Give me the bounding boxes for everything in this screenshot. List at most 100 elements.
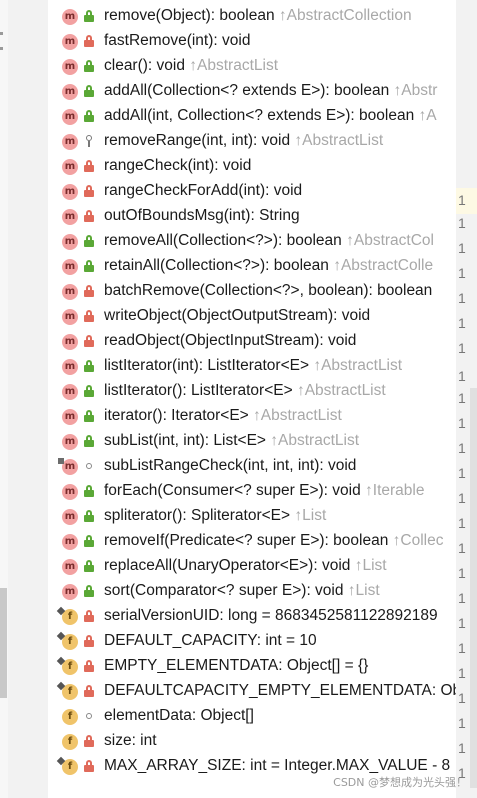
method-icon: m (62, 484, 78, 500)
static-marker-icon (58, 458, 64, 464)
method-icon: m (62, 409, 78, 425)
signature-text: forEach(Consumer<? super E>): void (104, 482, 361, 499)
member-signature: subList(int, int): List<E> ↑AbstractList (104, 432, 359, 450)
signature-text: remove(Object): boolean (104, 7, 275, 24)
method-row[interactable]: m readObject(ObjectInputStream): void (48, 329, 456, 354)
gutter-line-number: 1 (458, 340, 466, 356)
method-row[interactable]: m retainAll(Collection<?>): boolean ↑Abst… (48, 254, 456, 279)
field-row[interactable]: f DEFAULT_CAPACITY: int = 10 (48, 629, 456, 654)
inherited-from: ↑AbstractCol (341, 232, 434, 249)
left-marker (0, 32, 3, 35)
inherited-from: ↑List (290, 507, 327, 524)
inherited-from: ↑A (414, 107, 437, 124)
inherited-from: ↑AbstractList (290, 132, 384, 149)
member-signature: fastRemove(int): void (104, 32, 250, 50)
gutter-line-number: 1 (458, 265, 466, 281)
signature-text: clear(): void (104, 57, 185, 74)
method-row[interactable]: m removeIf(Predicate<? super E>): boolean… (48, 529, 456, 554)
protected-key-icon (84, 135, 94, 147)
signature-text: EMPTY_ELEMENTDATA: Object[] = {} (104, 657, 369, 674)
signature-text: spliterator(): Spliterator<E> (104, 507, 291, 524)
field-row[interactable]: f elementData: Object[] (48, 704, 456, 729)
signature-text: size: int (104, 732, 157, 749)
gutter-line-number: 1 (458, 665, 466, 681)
signature-text: outOfBoundsMsg(int): String (104, 207, 300, 224)
member-signature: readObject(ObjectInputStream): void (104, 332, 356, 350)
public-lock-open-icon (84, 510, 94, 522)
gutter-line-number: 1 (458, 615, 466, 631)
method-row[interactable]: m spliterator(): Spliterator<E> ↑List (48, 504, 456, 529)
gutter-line-number: 1 (458, 440, 466, 456)
method-row[interactable]: m rangeCheck(int): void (48, 154, 456, 179)
method-row[interactable]: m writeObject(ObjectOutputStream): void (48, 304, 456, 329)
signature-text: serialVersionUID: long = 868345258112289… (104, 607, 438, 624)
private-lock-icon (84, 210, 94, 222)
method-row[interactable]: m forEach(Consumer<? super E>): void ↑Ite… (48, 479, 456, 504)
field-row[interactable]: f size: int (48, 729, 456, 754)
method-row[interactable]: m removeRange(int, int): void ↑AbstractLi… (48, 129, 456, 154)
method-row[interactable]: m outOfBoundsMsg(int): String (48, 204, 456, 229)
method-row[interactable]: m removeAll(Collection<?>): boolean ↑Abst… (48, 229, 456, 254)
scrollbar[interactable] (470, 388, 477, 788)
method-icon: m (62, 309, 78, 325)
method-row[interactable]: m clear(): void ↑AbstractList (48, 54, 456, 79)
gutter-line-number: 1 (458, 690, 466, 706)
method-row[interactable]: m subList(int, int): List<E> ↑AbstractLis… (48, 429, 456, 454)
signature-text: addAll(int, Collection<? extends E>): bo… (104, 107, 415, 124)
inherited-from: ↑AbstractList (292, 382, 386, 399)
signature-text: batchRemove(Collection<?>, boolean): boo… (104, 282, 433, 299)
member-signature: rangeCheckForAdd(int): void (104, 182, 302, 200)
method-row[interactable]: m fastRemove(int): void (48, 29, 456, 54)
public-lock-open-icon (84, 535, 94, 547)
method-icon: m (62, 9, 78, 25)
method-row[interactable]: m rangeCheckForAdd(int): void (48, 179, 456, 204)
gutter-line-number: 1 (458, 240, 466, 256)
method-row[interactable]: m addAll(int, Collection<? extends E>): b… (48, 104, 456, 129)
gutter-line-number: 1 (458, 192, 466, 208)
field-row[interactable]: f EMPTY_ELEMENTDATA: Object[] = {} (48, 654, 456, 679)
package-private-icon (84, 710, 94, 722)
inherited-from: ↑Iterable (360, 482, 425, 499)
method-row[interactable]: m replaceAll(UnaryOperator<E>): void ↑Lis… (48, 554, 456, 579)
method-row[interactable]: m batchRemove(Collection<?>, boolean): bo… (48, 279, 456, 304)
gutter-line-number: 1 (458, 465, 466, 481)
method-icon: m (62, 559, 78, 575)
signature-text: elementData: Object[] (104, 707, 254, 724)
method-row[interactable]: m sort(Comparator<? super E>): void ↑List (48, 579, 456, 604)
member-signature: serialVersionUID: long = 868345258112289… (104, 607, 438, 625)
gutter-line-number: 1 (458, 740, 466, 756)
method-row[interactable]: m remove(Object): boolean ↑AbstractCollec… (48, 4, 456, 29)
public-lock-open-icon (84, 235, 94, 247)
public-lock-open-icon (84, 60, 94, 72)
method-row[interactable]: m subListRangeCheck(int, int, int): void (48, 454, 456, 479)
member-signature: sort(Comparator<? super E>): void ↑List (104, 582, 380, 600)
gutter-line-number: 1 (458, 368, 466, 384)
method-row[interactable]: m addAll(Collection<? extends E>): boolea… (48, 79, 456, 104)
private-lock-icon (84, 35, 94, 47)
signature-text: addAll(Collection<? extends E>): boolean (104, 82, 390, 99)
public-lock-open-icon (84, 110, 94, 122)
public-lock-open-icon (84, 560, 94, 572)
method-icon: m (62, 134, 78, 150)
signature-text: writeObject(ObjectOutputStream): void (104, 307, 371, 324)
gutter-line-number: 1 (458, 640, 466, 656)
inherited-from: ↑AbstractList (309, 357, 403, 374)
gutter-line-number: 1 (458, 290, 466, 306)
public-lock-open-icon (84, 410, 94, 422)
field-row[interactable]: f serialVersionUID: long = 86834525811228… (48, 604, 456, 629)
public-lock-open-icon (84, 360, 94, 372)
method-row[interactable]: m iterator(): Iterator<E> ↑AbstractList (48, 404, 456, 429)
method-row[interactable]: m listIterator(int): ListIterator<E> ↑Abs… (48, 354, 456, 379)
public-lock-open-icon (84, 435, 94, 447)
gutter-line-number: 1 (458, 415, 466, 431)
field-row[interactable]: f DEFAULTCAPACITY_EMPTY_ELEMENTDATA: Obje (48, 679, 456, 704)
member-signature: MAX_ARRAY_SIZE: int = Integer.MAX_VALUE … (104, 757, 450, 775)
signature-text: rangeCheckForAdd(int): void (104, 182, 303, 199)
method-icon: m (62, 459, 78, 475)
member-signature: elementData: Object[] (104, 707, 254, 725)
method-row[interactable]: m listIterator(): ListIterator<E> ↑Abstra… (48, 379, 456, 404)
gutter-line-number: 1 (458, 565, 466, 581)
inherited-from: ↑List (350, 557, 387, 574)
package-private-icon (84, 460, 94, 472)
member-signature: removeIf(Predicate<? super E>): boolean … (104, 532, 443, 550)
